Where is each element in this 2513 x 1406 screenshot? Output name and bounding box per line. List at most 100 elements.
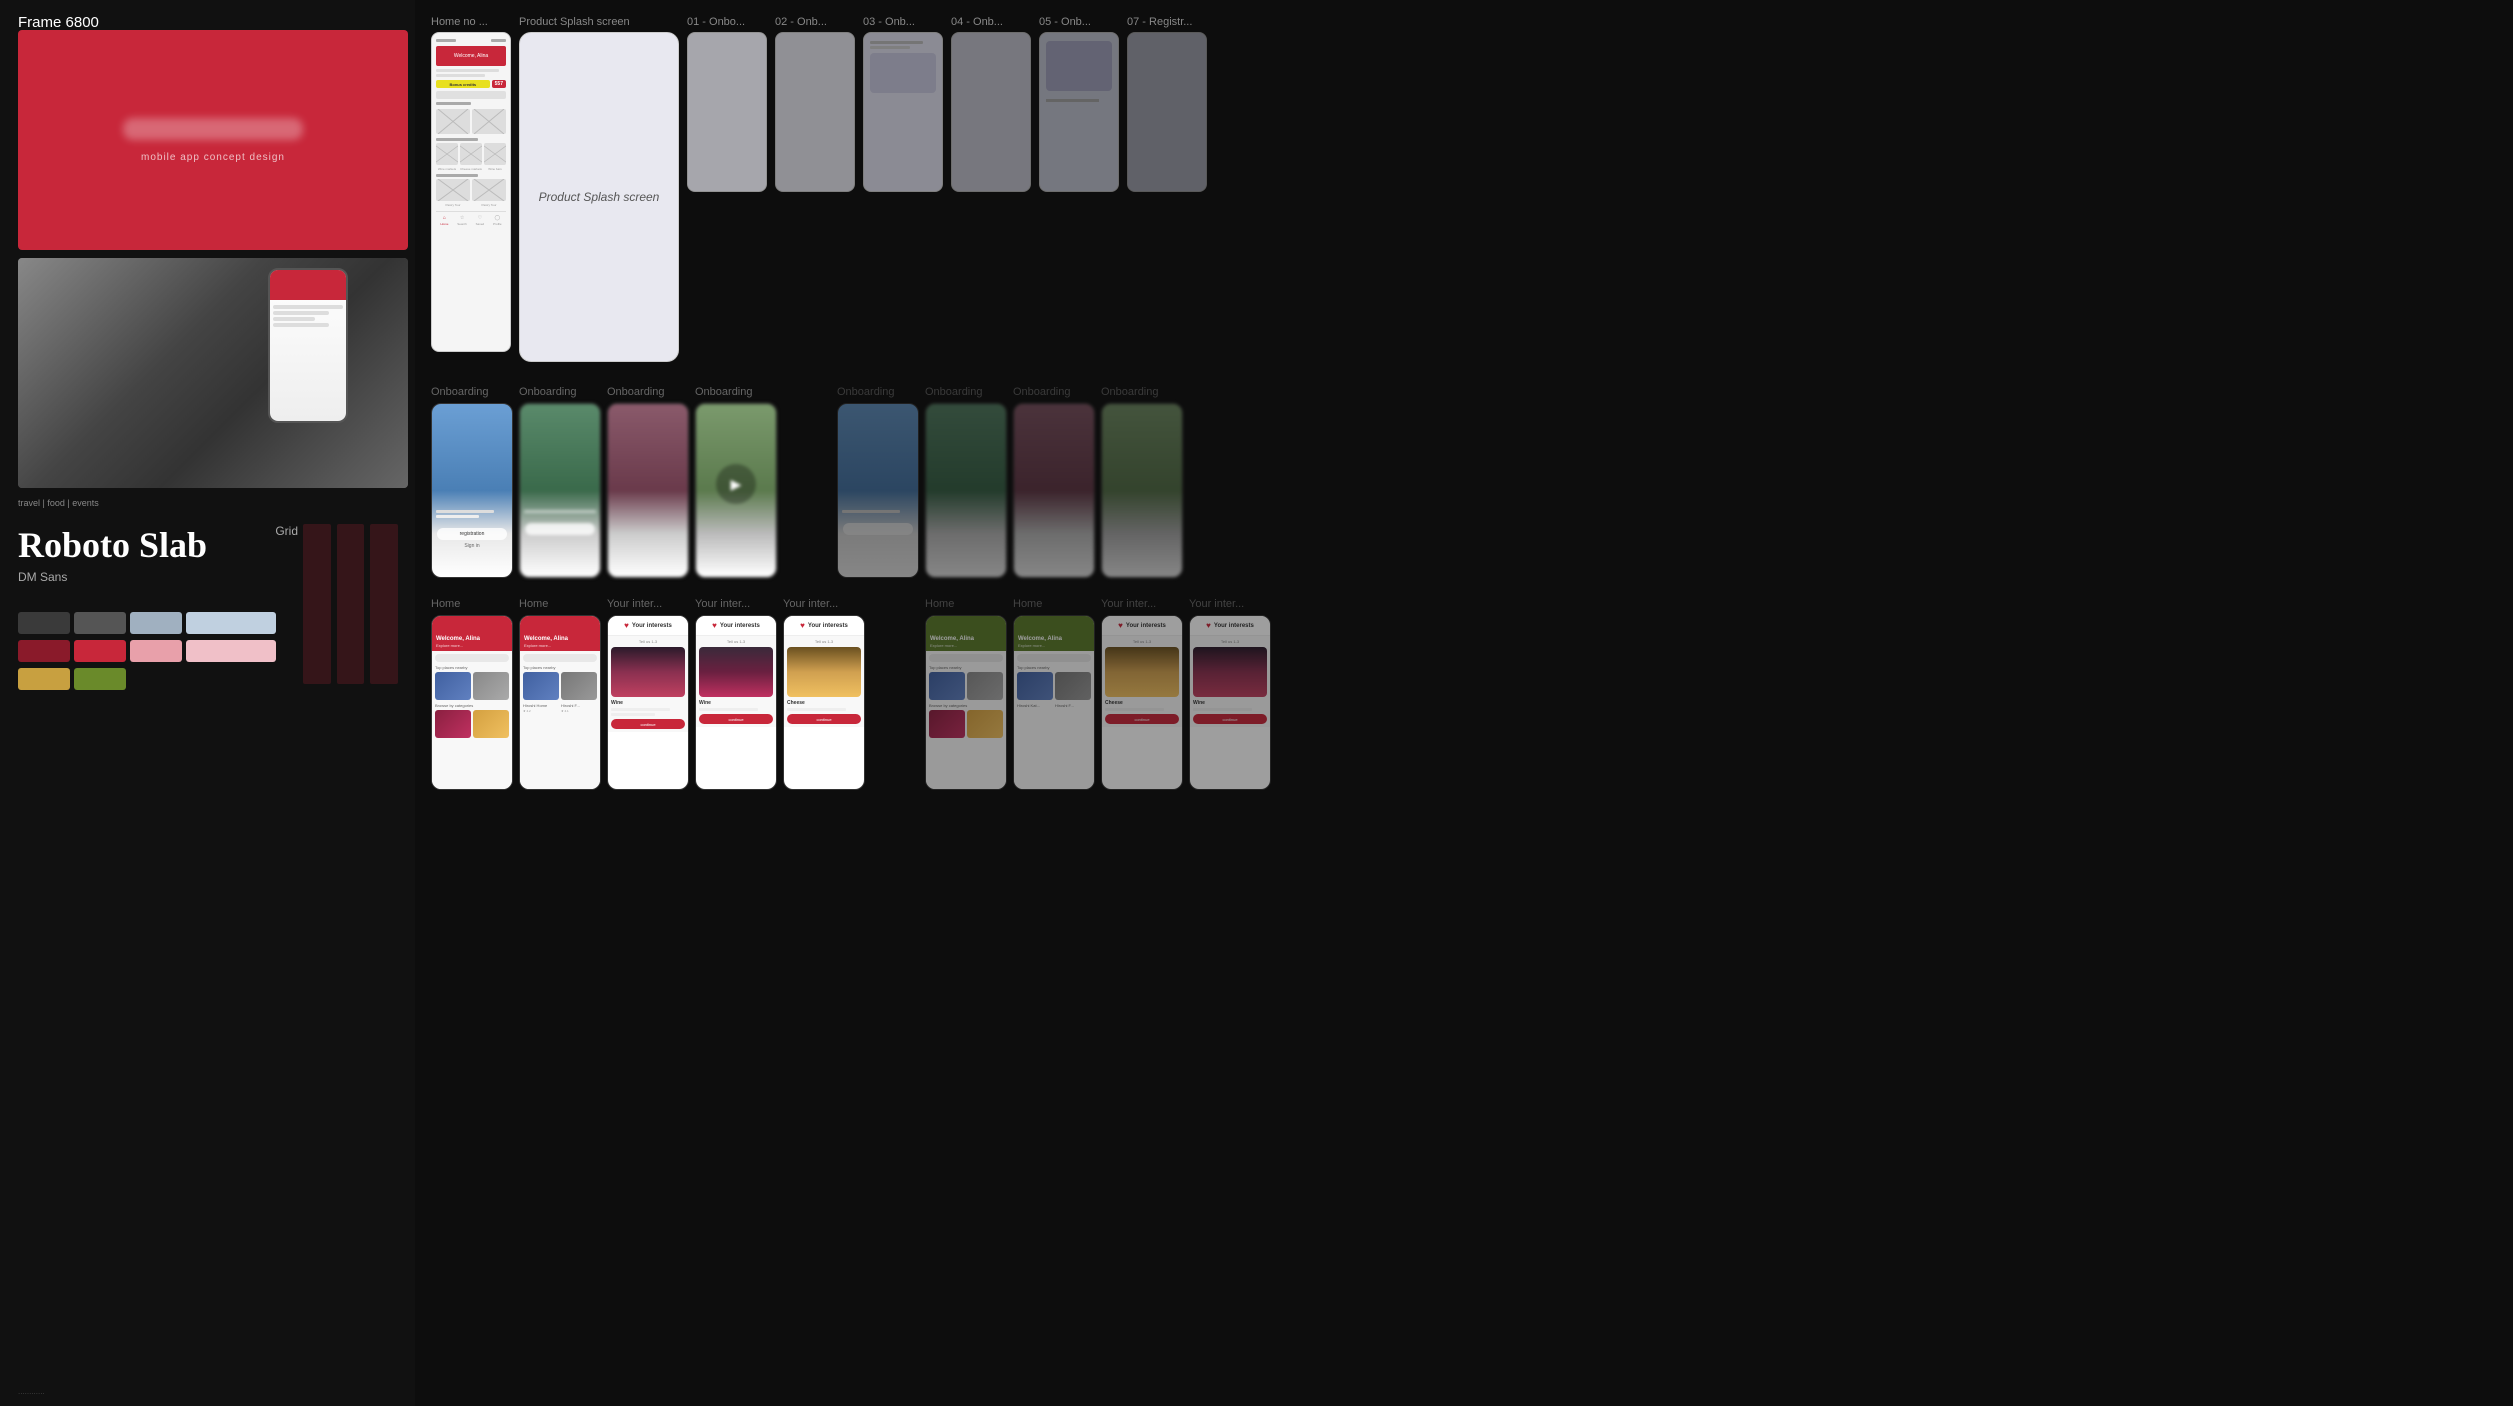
thumb-row-home2 — [523, 672, 597, 700]
category-wine-r2: Wine — [1193, 700, 1267, 706]
app-screens-row-right: Welcome, Alina Explore more... Top place… — [925, 615, 1271, 790]
app-screens-right: Home Home Your inter... Your inter... We… — [925, 598, 1271, 790]
home-header-text-1: Welcome, Alina — [436, 636, 480, 643]
continue-btn-r2[interactable]: continue — [1193, 714, 1267, 724]
interests-screen-1: ♥ Your interests Tell us 1-3 Wine contin… — [607, 615, 689, 790]
swatch-green — [74, 668, 126, 690]
onb-screen-r2 — [925, 403, 1007, 578]
wine-pour-img-1 — [611, 647, 685, 697]
heart-icon-1: ♥ — [624, 621, 629, 630]
continue-btn-r1[interactable]: continue — [1105, 714, 1179, 724]
label-r-interests-2: Your inter... — [1189, 598, 1271, 610]
section-r2: Top places nearby — [1017, 665, 1091, 670]
phone-line — [273, 323, 329, 327]
frame-home-wireframe: Home no ... Welcome, Alina Bonus credits… — [431, 16, 511, 352]
onb-group-right: Onboarding Onboarding Onboarding Onboard… — [837, 386, 1183, 578]
footer-text: ............ — [18, 1387, 45, 1396]
swatch-lighter — [186, 612, 276, 634]
onb-group-left: Onboarding Onboarding Onboarding Onboard… — [431, 386, 777, 578]
frame-label-onb04: 04 - Onb... — [951, 16, 1031, 28]
interests-header-3: ♥ Your interests — [784, 616, 864, 636]
onb-screen-r4 — [1101, 403, 1183, 578]
phone-line — [273, 305, 343, 309]
frame-label-splash: Product Splash screen — [519, 16, 679, 28]
onb-wireframe-01 — [687, 32, 767, 192]
continue-btn-3[interactable]: continue — [787, 714, 861, 724]
r2-thumb-2 — [1055, 672, 1091, 700]
interests-body-3: Tell us 1-3 Cheese continue — [784, 636, 864, 727]
onb-label-r2: Onboarding — [925, 386, 1007, 398]
grid-col — [303, 524, 331, 684]
splash-text: Product Splash screen — [539, 190, 660, 204]
style-tags: travel | food | events — [18, 498, 408, 508]
section-label-1: Top places nearby — [435, 665, 509, 670]
main-area: Home no ... Welcome, Alina Bonus credits… — [415, 0, 2513, 1406]
phone-screen — [270, 270, 346, 421]
thumb-1 — [435, 672, 471, 700]
r1-thumb-2 — [967, 672, 1003, 700]
r2-thumb-1 — [1017, 672, 1053, 700]
thumb-row-r2 — [1017, 672, 1091, 700]
wine-glass-img — [699, 647, 773, 697]
home-screen-r2: Welcome, Alina Explore more... Top place… — [1013, 615, 1095, 790]
app-screens-row-left: Welcome, Alina Explore more... Top place… — [431, 615, 865, 790]
frame-title: Frame 6800 — [18, 14, 99, 31]
continue-btn-1[interactable]: continue — [611, 719, 685, 729]
app-labels-left: Home Home Your inter... Your inter... Yo… — [431, 598, 865, 610]
home-screen-r1: Welcome, Alina Explore more... Top place… — [925, 615, 1007, 790]
interests-screen-2: ♥ Your interests Tell us 1-3 Wine contin… — [695, 615, 777, 790]
interests-title-1: Your interests — [632, 623, 672, 629]
home-subtext-1: Explore more... — [436, 643, 480, 648]
onb-screens-left: registration Sign in — [431, 403, 777, 578]
swatch-light — [130, 612, 182, 634]
home2-thumb-2 — [561, 672, 597, 700]
onb-screen-r1 — [837, 403, 919, 578]
frame-onb-04: 04 - Onb... — [951, 16, 1031, 192]
frame-label-registr: 07 - Registr... — [1127, 16, 1207, 28]
section-r1: Top places nearby — [929, 665, 1003, 670]
interests-body-1: Tell us 1-3 Wine continue — [608, 636, 688, 732]
home2-thumb-1 — [523, 672, 559, 700]
onb-wireframe-05 — [1039, 32, 1119, 192]
interests-title-r2: Your interests — [1214, 623, 1254, 629]
interests-subtitle-r2: Tell us 1-3 — [1193, 639, 1267, 644]
heart-icon-2: ♥ — [712, 621, 717, 630]
interests-screen-r1: ♥ Your interests Tell us 1-3 Cheese cont… — [1101, 615, 1183, 790]
continue-btn-2[interactable]: continue — [699, 714, 773, 724]
frame-label-onb01: 01 - Onbo... — [687, 16, 767, 28]
thumb-row-r1 — [929, 672, 1003, 700]
interests-subtitle-r1: Tell us 1-3 — [1105, 639, 1179, 644]
home-header-text-r2: Welcome, Alina — [1018, 636, 1062, 643]
onb-label-1: Onboarding — [431, 386, 513, 398]
hero-photo — [18, 258, 408, 488]
interests-body-r1: Tell us 1-3 Cheese continue — [1102, 636, 1182, 727]
swatch-pink — [186, 640, 276, 662]
cheese-img-r1 — [1105, 647, 1179, 697]
phone-screen-content — [270, 300, 346, 332]
top-row: Home no ... Welcome, Alina Bonus credits… — [431, 16, 2497, 362]
frame-splash: Product Splash screen Product Splash scr… — [519, 16, 679, 362]
interests-subtitle-3: Tell us 1-3 — [787, 639, 861, 644]
label-r-home-2: Home — [1013, 598, 1095, 610]
home-screen-1: Welcome, Alina Explore more... Top place… — [431, 615, 513, 790]
onb-screen-4: ▶ — [695, 403, 777, 578]
heart-icon-r2: ♥ — [1206, 621, 1211, 630]
frame-onb-01: 01 - Onbo... — [687, 16, 767, 192]
search-bar-r1 — [929, 654, 1003, 662]
frame-registr: 07 - Registr... — [1127, 16, 1207, 192]
phone-screen-top — [270, 270, 346, 300]
app-labels-right: Home Home Your inter... Your inter... — [925, 598, 1271, 610]
home-subtext-2: Explore more... — [524, 643, 568, 648]
onb-wireframe-02 — [775, 32, 855, 192]
swatch-red — [74, 640, 126, 662]
interests-subtitle-1: Tell us 1-3 — [611, 639, 685, 644]
left-panel: Frame 6800 mobile app concept design — [0, 0, 415, 1406]
swatch-dark2 — [74, 612, 126, 634]
swatch-dark1 — [18, 612, 70, 634]
home-header-text-r1: Welcome, Alina — [930, 636, 974, 643]
label-home-1: Home — [431, 598, 513, 610]
label-interests-1: Your inter... — [607, 598, 689, 610]
home-header-1: Welcome, Alina Explore more... — [432, 616, 512, 651]
frame-onb-03: 03 - Onb... — [863, 16, 943, 192]
app-screens-left: Home Home Your inter... Your inter... Yo… — [431, 598, 865, 790]
